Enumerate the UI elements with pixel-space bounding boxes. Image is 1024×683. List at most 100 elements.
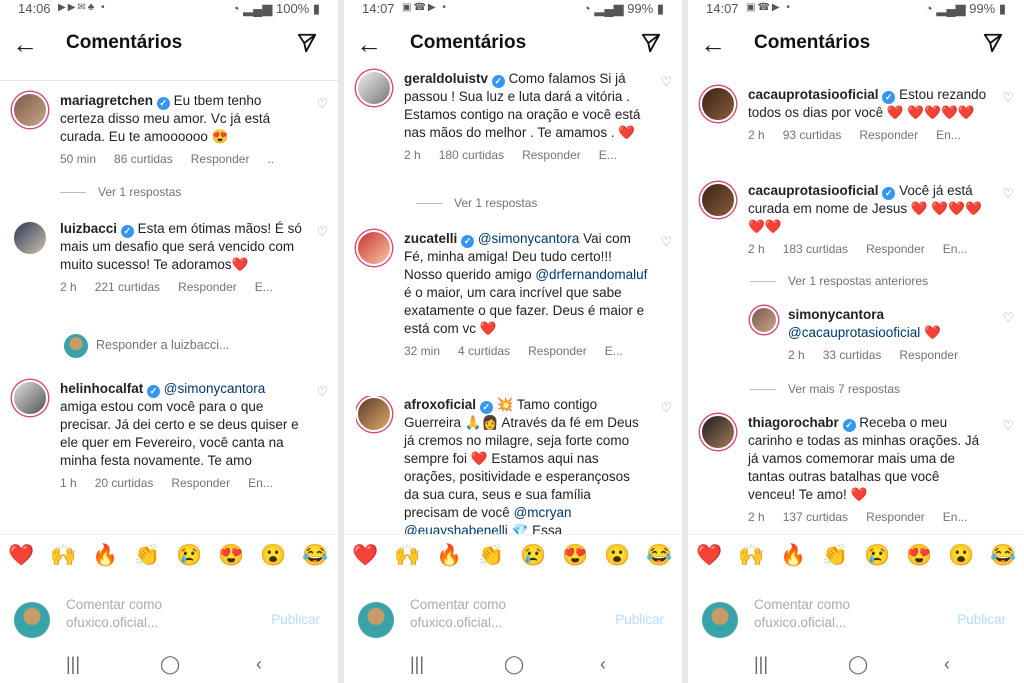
reply-button[interactable]: Responder [866,510,925,524]
emoji-heart-eyes[interactable]: 😍 [218,544,244,568]
back-nav-icon[interactable]: ‹ [256,654,262,675]
reply-button[interactable]: Responder [191,152,250,166]
avatar[interactable] [700,182,736,218]
like-count[interactable]: 93 curtidas [783,128,842,142]
publish-button[interactable]: Publicar [957,612,1006,627]
username[interactable]: luizbacci [60,221,117,236]
emoji-fire[interactable]: 🔥 [92,544,118,568]
avatar[interactable] [356,396,392,432]
username[interactable]: helinhocalfat [60,381,143,396]
emoji-wow[interactable]: 😮 [260,544,286,568]
avatar[interactable] [750,306,778,334]
avatar[interactable] [356,230,392,266]
send-icon[interactable] [296,32,318,54]
username[interactable]: zucatelli [404,231,457,246]
emoji-raised-hands[interactable]: 🙌 [394,544,420,568]
like-heart-icon[interactable]: ♡ [660,234,672,250]
mention-link[interactable]: @drfernandomaluf [535,267,647,282]
username[interactable]: cacauprotasiooficial [748,183,879,198]
like-count[interactable]: 221 curtidas [95,280,160,294]
reply-button[interactable]: Responder [522,148,581,162]
like-count[interactable]: 180 curtidas [439,148,504,162]
more-options[interactable]: En... [943,510,968,524]
reply-button[interactable]: Responder [859,128,918,142]
publish-button[interactable]: Publicar [615,612,664,627]
like-heart-icon[interactable]: ♡ [316,96,328,112]
emoji-heart[interactable]: ❤️ [696,544,722,568]
emoji-wow[interactable]: 😮 [604,544,630,568]
avatar[interactable] [700,86,736,122]
emoji-laugh[interactable]: 😂 [990,544,1016,568]
emoji-fire[interactable]: 🔥 [436,544,462,568]
comment-input[interactable]: Comentar como ofuxico.oficial... [410,596,540,632]
reply-button[interactable]: Responder [866,242,925,256]
back-arrow-icon[interactable]: ← [356,30,382,58]
username[interactable]: geraldoluistv [404,71,488,86]
avatar[interactable] [12,380,48,416]
username[interactable]: cacauprotasiooficial [748,87,879,102]
back-arrow-icon[interactable]: ← [12,30,38,58]
view-previous-replies-button[interactable]: Ver 1 respostas anteriores [750,274,928,288]
avatar[interactable] [356,70,392,106]
username[interactable]: simonycantora [788,307,884,322]
like-count[interactable]: 4 curtidas [458,344,510,358]
emoji-heart-eyes[interactable]: 😍 [562,544,588,568]
more-options[interactable]: En... [943,242,968,256]
emoji-raised-hands[interactable]: 🙌 [738,544,764,568]
like-heart-icon[interactable]: ♡ [660,74,672,90]
like-count[interactable]: 20 curtidas [95,476,154,490]
reply-button[interactable]: Responder [178,280,237,294]
more-options[interactable]: E... [599,148,617,162]
view-replies-button[interactable]: Ver 1 respostas [60,185,181,199]
emoji-heart-eyes[interactable]: 😍 [906,544,932,568]
emoji-clap[interactable]: 👏 [478,544,504,568]
emoji-cry[interactable]: 😢 [176,544,202,568]
avatar[interactable] [12,92,48,128]
emoji-wow[interactable]: 😮 [948,544,974,568]
like-heart-icon[interactable]: ♡ [1002,418,1014,434]
recent-apps-icon[interactable]: ||| [66,654,80,675]
emoji-cry[interactable]: 😢 [864,544,890,568]
recent-apps-icon[interactable]: ||| [410,654,424,675]
recent-apps-icon[interactable]: ||| [754,654,768,675]
like-heart-icon[interactable]: ♡ [1002,186,1014,202]
like-count[interactable]: 33 curtidas [823,348,882,362]
home-icon[interactable]: ◯ [848,654,868,675]
view-replies-button[interactable]: Ver 1 respostas [416,196,537,210]
like-count[interactable]: 183 curtidas [783,242,848,256]
emoji-laugh[interactable]: 😂 [646,544,672,568]
more-options[interactable]: En... [936,128,961,142]
username[interactable]: thiagorochabr [748,415,839,430]
emoji-cry[interactable]: 😢 [520,544,546,568]
comment-input[interactable]: Comentar como ofuxico.oficial... [754,596,884,632]
mention-link[interactable]: @simonycantora [478,231,580,246]
username[interactable]: mariagretchen [60,93,153,108]
like-heart-icon[interactable]: ♡ [316,224,328,240]
more-options[interactable]: En... [248,476,273,490]
username[interactable]: afroxoficial [404,397,476,412]
emoji-heart[interactable]: ❤️ [8,544,34,568]
more-options[interactable]: .. [267,152,274,166]
home-icon[interactable]: ◯ [160,654,180,675]
emoji-fire[interactable]: 🔥 [780,544,806,568]
send-icon[interactable] [640,32,662,54]
publish-button[interactable]: Publicar [271,612,320,627]
like-heart-icon[interactable]: ♡ [1002,310,1014,326]
back-arrow-icon[interactable]: ← [700,30,726,58]
like-heart-icon[interactable]: ♡ [1002,90,1014,106]
emoji-clap[interactable]: 👏 [822,544,848,568]
emoji-raised-hands[interactable]: 🙌 [50,544,76,568]
like-heart-icon[interactable]: ♡ [316,384,328,400]
reply-button[interactable]: Responder [899,348,958,362]
like-heart-icon[interactable]: ♡ [660,400,672,416]
reply-button[interactable]: Responder [171,476,230,490]
emoji-laugh[interactable]: 😂 [302,544,328,568]
mention-link[interactable]: @cacauprotasiooficial [788,325,920,340]
comment-input[interactable]: Comentar como ofuxico.oficial... [66,596,196,632]
like-count[interactable]: 86 curtidas [114,152,173,166]
back-nav-icon[interactable]: ‹ [600,654,606,675]
mention-link[interactable]: @simonycantora [164,381,266,396]
more-options[interactable]: E... [605,344,623,358]
view-more-replies-button[interactable]: Ver mais 7 respostas [750,382,900,396]
avatar[interactable] [700,414,736,450]
